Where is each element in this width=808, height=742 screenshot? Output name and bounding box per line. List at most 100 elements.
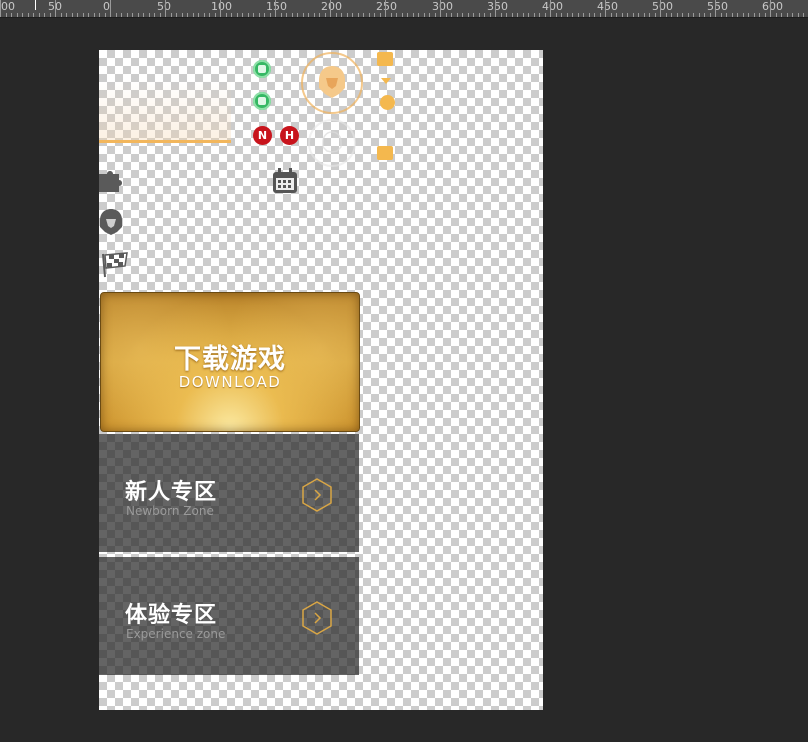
ruler-tick <box>748 13 749 17</box>
ruler-tick <box>138 13 139 17</box>
ruler-tick <box>275 0 276 17</box>
ruler-tick <box>512 13 513 17</box>
horizontal-ruler[interactable]: 00 50 0 50 100 150 200 250 300 350 400 4… <box>0 0 808 18</box>
ruler-tick <box>611 13 612 17</box>
ruler-tick <box>385 0 386 17</box>
zone-title: 新人专区 <box>125 480 218 505</box>
ruler-tick <box>550 0 551 17</box>
ruler-tick <box>528 13 529 17</box>
ruler-tick <box>792 13 793 17</box>
ruler-tick <box>726 13 727 17</box>
ruler-tick <box>462 13 463 17</box>
ruler-tick <box>264 13 265 17</box>
ruler-tick <box>72 13 73 17</box>
helmet-icon <box>100 209 122 235</box>
ruler-label: 0 <box>103 0 110 13</box>
ruler-tick <box>33 13 34 17</box>
ruler-tick <box>369 13 370 17</box>
ruler-tick <box>534 13 535 17</box>
helmet-outline-icon <box>322 131 342 153</box>
ruler-tick <box>765 13 766 17</box>
ruler-tick <box>374 13 375 17</box>
ruler-label: 250 <box>376 0 397 13</box>
ruler-tick <box>61 13 62 17</box>
ruler-tick <box>501 13 502 17</box>
ruler-label: 350 <box>487 0 508 13</box>
ruler-tick <box>457 13 458 17</box>
ruler-tick <box>688 13 689 17</box>
ruler-tick <box>490 13 491 17</box>
ruler-tick <box>363 13 364 17</box>
document-canvas[interactable]: N H 下载游戏 DOWNLOAD 新人专区 Newborn Zone 体验专区… <box>99 50 543 710</box>
ruler-tick <box>693 13 694 17</box>
ruler-tick <box>77 13 78 17</box>
ruler-tick <box>121 13 122 17</box>
ruler-tick <box>479 13 480 17</box>
ruler-tick <box>110 0 111 17</box>
clock-icon <box>380 95 395 110</box>
ruler-tick <box>66 13 67 17</box>
ruler-tick <box>6 13 7 17</box>
ruler-tick <box>209 13 210 17</box>
ruler-tick <box>671 13 672 17</box>
ruler-tick <box>781 13 782 17</box>
ruler-tick <box>22 13 23 17</box>
ruler-tick <box>787 13 788 17</box>
ruler-label: 550 <box>707 0 728 13</box>
ruler-tick <box>347 13 348 17</box>
ruler-tick <box>649 13 650 17</box>
ruler-tick <box>358 13 359 17</box>
ruler-tick <box>517 13 518 17</box>
newborn-zone-banner[interactable]: 新人专区 Newborn Zone <box>99 434 359 552</box>
ruler-label: 300 <box>432 0 453 13</box>
chevron-right-icon <box>302 478 332 512</box>
ruler-tick <box>28 13 29 17</box>
ruler-tick <box>39 13 40 17</box>
ruler-tick <box>281 13 282 17</box>
ruler-tick <box>721 13 722 17</box>
ruler-label: 200 <box>321 0 342 13</box>
zone-title: 体验专区 <box>125 603 218 628</box>
zone-subtitle: Experience zone <box>126 627 226 641</box>
ruler-tick <box>776 13 777 17</box>
ruler-tick <box>44 13 45 17</box>
download-title: 下载游戏 <box>174 344 286 375</box>
calendar-icon <box>273 168 297 193</box>
ruler-tick <box>352 13 353 17</box>
empty-ring-icon <box>308 119 356 167</box>
zone-subtitle: Newborn Zone <box>126 504 214 518</box>
ruler-tick <box>314 13 315 17</box>
ruler-tick <box>187 13 188 17</box>
helmet-icon <box>319 66 345 98</box>
helmet-ring-icon <box>301 52 363 114</box>
lock-icon <box>253 92 271 110</box>
ruler-tick <box>165 0 166 17</box>
ruler-tick <box>468 13 469 17</box>
ruler-tick <box>677 13 678 17</box>
ruler-tick <box>682 13 683 17</box>
ruler-label: 400 <box>542 0 563 13</box>
ruler-label: 600 <box>762 0 783 13</box>
ruler-tick <box>589 13 590 17</box>
ruler-tick <box>644 13 645 17</box>
ruler-tick <box>182 13 183 17</box>
ruler-tick <box>226 13 227 17</box>
hot-badge: H <box>280 126 299 145</box>
download-game-banner[interactable]: 下载游戏 DOWNLOAD <box>100 292 360 432</box>
ruler-tick <box>237 13 238 17</box>
ruler-tick <box>297 13 298 17</box>
ruler-tick <box>440 0 441 17</box>
ruler-tick <box>253 13 254 17</box>
ruler-tick <box>704 13 705 17</box>
ruler-tick <box>270 13 271 17</box>
ruler-tick <box>732 13 733 17</box>
experience-zone-banner[interactable]: 体验专区 Experience zone <box>99 557 359 675</box>
ruler-tick <box>600 13 601 17</box>
yen-icon <box>377 146 393 160</box>
ruler-tick <box>633 13 634 17</box>
gold-plus-icon <box>377 52 393 66</box>
ruler-tick <box>380 13 381 17</box>
ruler-tick <box>539 13 540 17</box>
ruler-tick <box>259 13 260 17</box>
ruler-tick <box>193 13 194 17</box>
